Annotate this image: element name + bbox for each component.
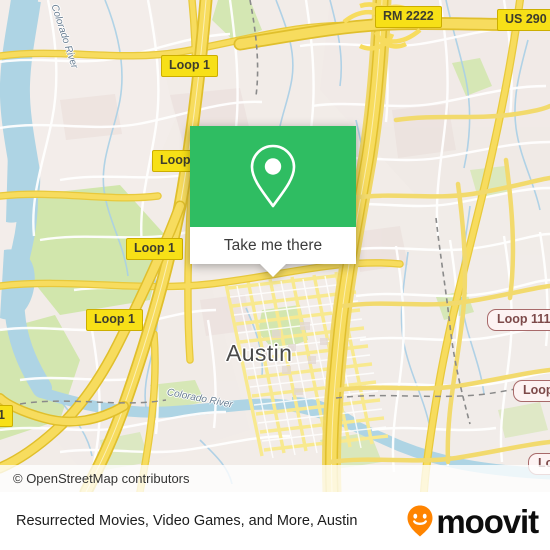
place-title: Resurrected Movies, Video Games, and Mor… <box>16 513 358 529</box>
osm-attribution-text[interactable]: © OpenStreetMap contributors <box>0 471 190 486</box>
location-popup[interactable]: Take me there <box>190 126 356 277</box>
map-canvas[interactable]: Austin Colorado River Colorado River RM … <box>0 0 550 492</box>
map-pin-icon <box>250 144 296 207</box>
moovit-wordmark: moovit <box>436 502 539 540</box>
popup-pointer-tail <box>260 264 286 277</box>
page-footer: Resurrected Movies, Video Games, and Mor… <box>0 492 550 550</box>
moovit-logo[interactable]: moovit <box>405 502 539 540</box>
take-me-there-label: Take me there <box>223 236 323 254</box>
moovit-smiley-pin-icon <box>407 505 433 537</box>
popup-header <box>190 126 356 227</box>
moovit-map-page: Austin Colorado River Colorado River RM … <box>0 0 550 550</box>
map-attribution-bar: © OpenStreetMap contributors <box>0 465 550 492</box>
popup-action-bar[interactable]: Take me there <box>190 227 356 264</box>
